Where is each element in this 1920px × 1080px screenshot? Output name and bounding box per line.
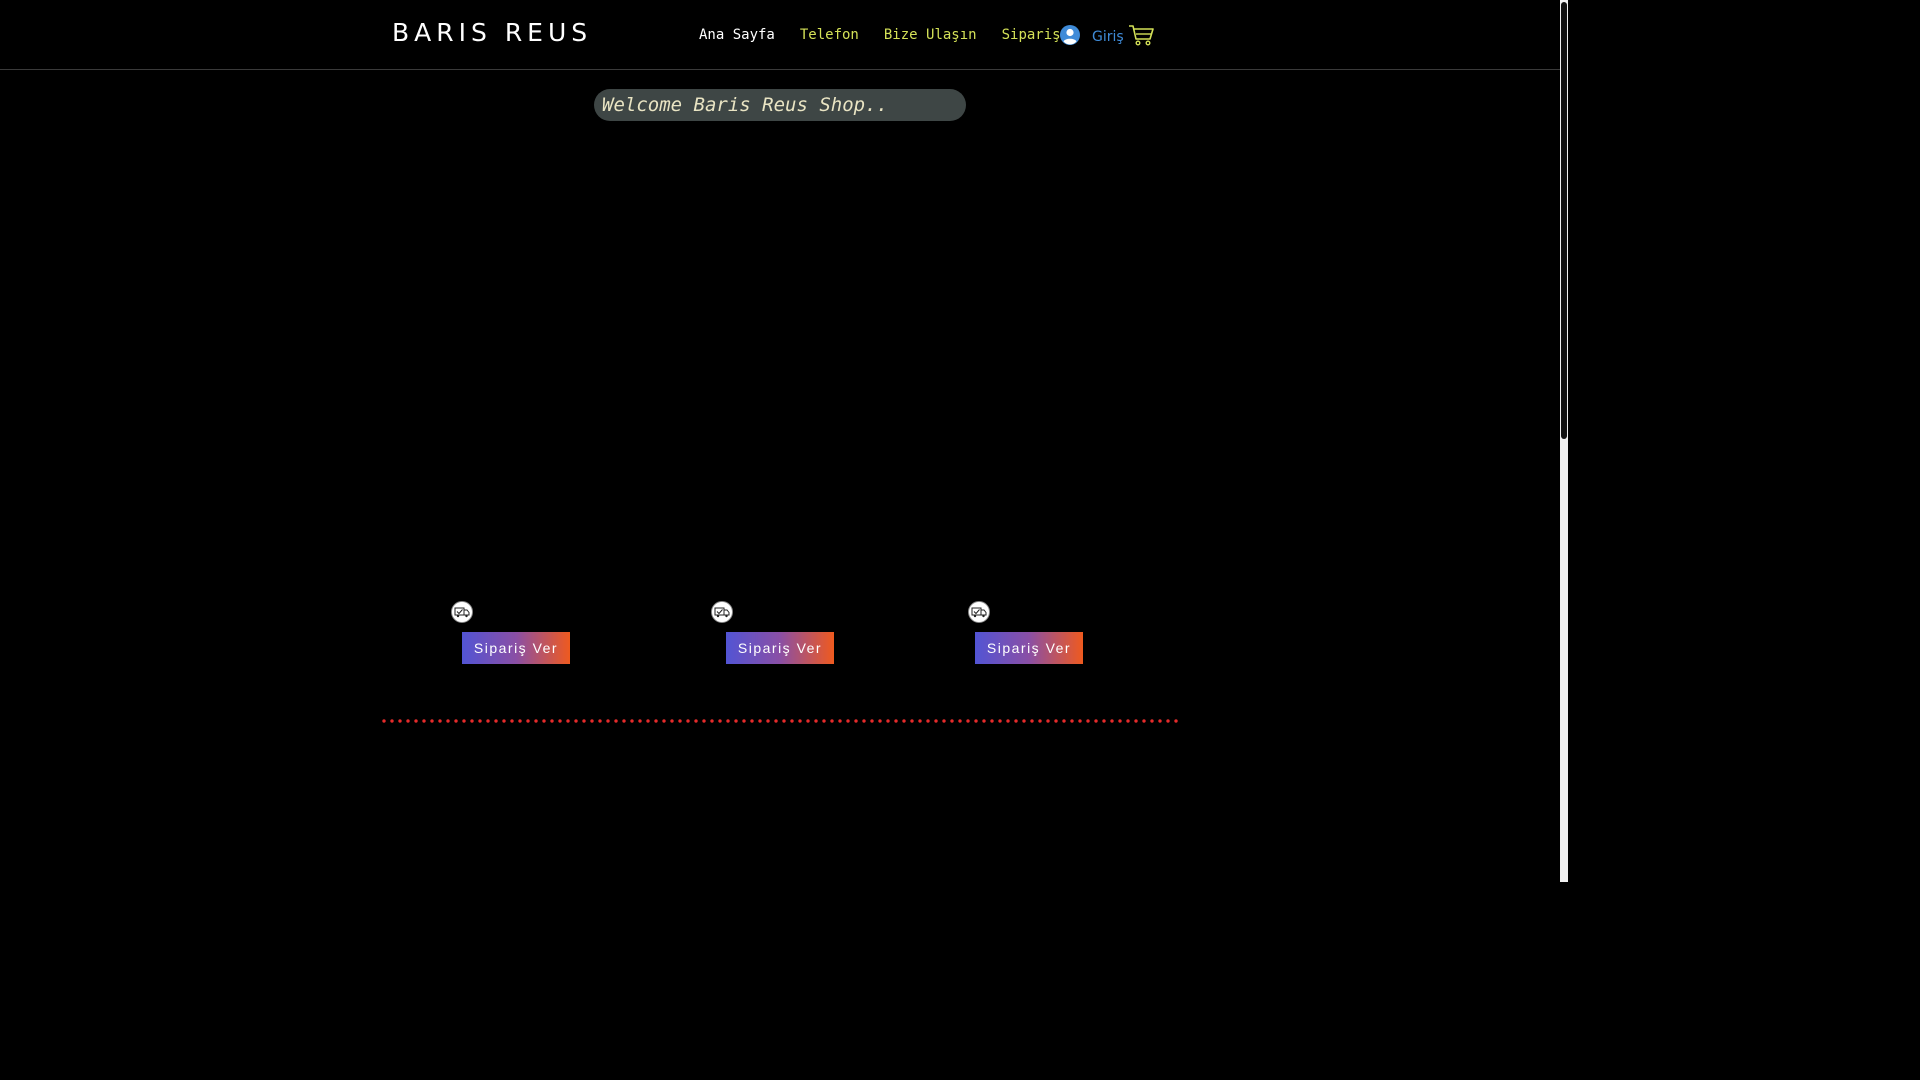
- scrollbar-thumb[interactable]: [1561, 2, 1567, 439]
- welcome-text: Welcome Baris Reus Shop..: [602, 94, 888, 116]
- order-button-3[interactable]: Sipariş Ver: [975, 632, 1083, 664]
- welcome-banner: Welcome Baris Reus Shop..: [594, 89, 966, 121]
- nav-item-ana-sayfa[interactable]: Ana Sayfa: [699, 26, 775, 44]
- dotted-divider: [380, 719, 1180, 723]
- nav-item-telefon[interactable]: Telefon: [800, 26, 859, 44]
- order-button-2[interactable]: Sipariş Ver: [726, 632, 834, 664]
- nav-item-siparis[interactable]: Sipariş: [1002, 26, 1061, 44]
- login-button[interactable]: Giriş: [1059, 24, 1124, 50]
- delivery-truck-icon: [451, 601, 473, 623]
- login-label: Giriş: [1092, 29, 1124, 45]
- site-header: BARIS REUS Ana Sayfa Telefon Bize Ulaşın…: [0, 0, 1560, 70]
- user-avatar-icon: [1059, 24, 1081, 50]
- vertical-scrollbar[interactable]: [1560, 0, 1568, 882]
- order-button-1[interactable]: Sipariş Ver: [462, 632, 570, 664]
- delivery-truck-icon: [968, 601, 990, 623]
- delivery-truck-icon: [711, 601, 733, 623]
- main-nav: Ana Sayfa Telefon Bize Ulaşın Sipariş: [699, 26, 1061, 44]
- page: BARIS REUS Ana Sayfa Telefon Bize Ulaşın…: [0, 0, 1568, 882]
- nav-item-bize-ulasin[interactable]: Bize Ulaşın: [884, 26, 977, 44]
- brand-logo[interactable]: BARIS REUS: [392, 17, 592, 49]
- shopping-cart-icon[interactable]: [1128, 24, 1154, 50]
